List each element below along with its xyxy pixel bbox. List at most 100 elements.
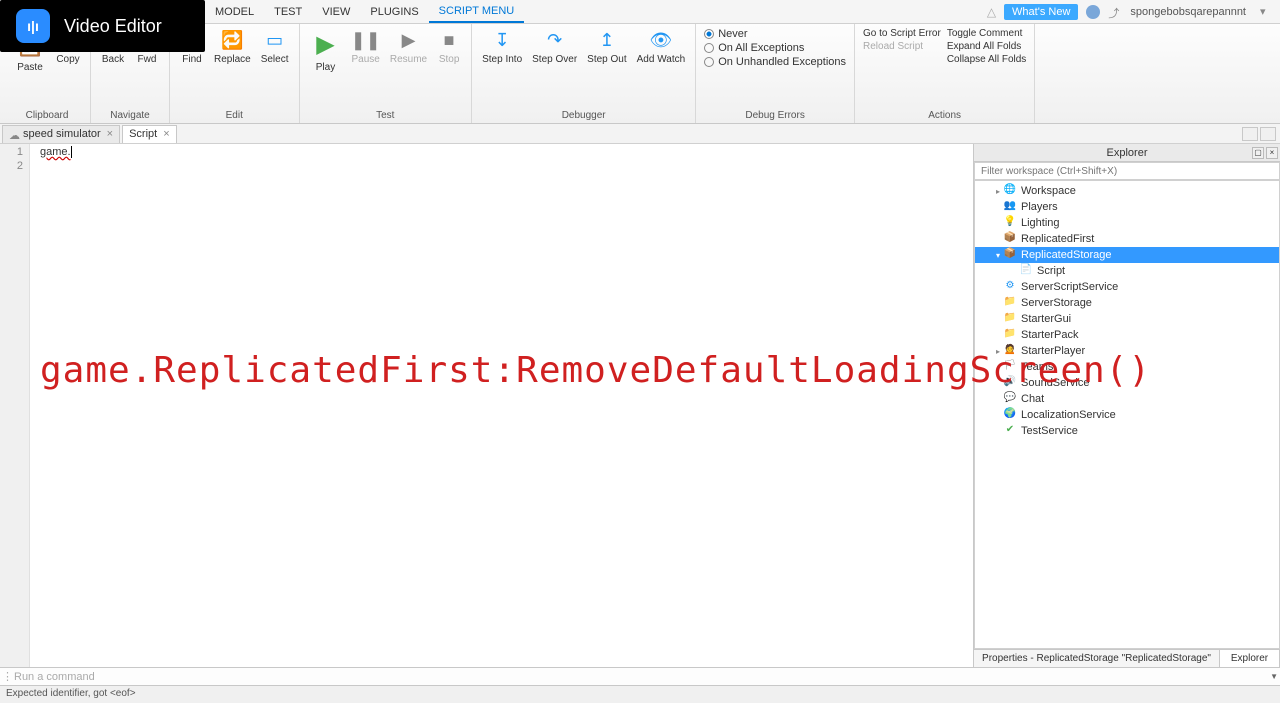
code-text-area[interactable]: game. bbox=[30, 144, 973, 667]
add-watch-label: Add Watch bbox=[637, 54, 686, 65]
toggle-comment[interactable]: Toggle Comment bbox=[947, 28, 1026, 39]
add-watch-button[interactable]: 👁 Add Watch bbox=[633, 26, 690, 67]
tree-node-script[interactable]: 📄Script bbox=[975, 263, 1279, 279]
radio-icon bbox=[704, 29, 714, 39]
help-icon[interactable] bbox=[1086, 5, 1100, 19]
expand-icon[interactable]: ▾ bbox=[993, 251, 1003, 260]
tab-test[interactable]: TEST bbox=[264, 2, 312, 22]
tree-node-label: StarterPack bbox=[1021, 329, 1078, 341]
tab-plugins[interactable]: PLUGINS bbox=[360, 2, 428, 22]
tree-node-replicatedfirst[interactable]: 📦 ReplicatedFirst bbox=[975, 231, 1279, 247]
step-into-button[interactable]: ↧ Step Into bbox=[478, 26, 526, 67]
edit-group-label: Edit bbox=[226, 110, 243, 123]
tree-node-chat[interactable]: 💬 Chat bbox=[975, 391, 1279, 407]
resume-button[interactable]: ▶ Resume bbox=[386, 26, 431, 67]
globe-icon: 🌐 bbox=[1003, 184, 1017, 198]
folder-icon: 📁 bbox=[1003, 328, 1017, 342]
panel-close-icon[interactable]: × bbox=[1266, 147, 1278, 159]
tree-node-label: ReplicatedFirst bbox=[1021, 233, 1094, 245]
file-tab-script-label: Script bbox=[129, 128, 157, 140]
reload-script: Reload Script bbox=[863, 41, 941, 52]
right-panel: Explorer ▢× ▸🌐 Workspace 👥Players💡Lighting… bbox=[973, 144, 1280, 667]
code-editor[interactable]: 1 2 game. bbox=[0, 144, 973, 667]
folder-icon: 📁 bbox=[1003, 312, 1017, 326]
user-dropdown-icon[interactable]: ▾ bbox=[1260, 5, 1274, 19]
stop-button[interactable]: ■ Stop bbox=[433, 26, 465, 67]
explorer-header: Explorer ▢× bbox=[974, 144, 1280, 162]
paste-label: Paste bbox=[17, 62, 43, 73]
close-icon[interactable]: × bbox=[163, 128, 169, 140]
tree-node-localizationservice[interactable]: 🌍LocalizationService bbox=[975, 407, 1279, 423]
file-tab-place[interactable]: ☁ speed simulator × bbox=[2, 125, 120, 143]
expand-all-folds[interactable]: Expand All Folds bbox=[947, 41, 1026, 52]
tree-node-label: Chat bbox=[1021, 393, 1044, 405]
tree-node-workspace[interactable]: ▸🌐 Workspace bbox=[975, 183, 1279, 199]
drag-handle-icon: ⋮ bbox=[2, 670, 13, 683]
tree-node-startergui[interactable]: 📁 StarterGui bbox=[975, 311, 1279, 327]
explorer-filter-input[interactable] bbox=[974, 162, 1280, 180]
tree-node-label: StarterGui bbox=[1021, 313, 1071, 325]
code-line-2 bbox=[40, 160, 963, 174]
panel-pin-icon[interactable]: ▢ bbox=[1252, 147, 1264, 159]
debug-error-never[interactable]: Never bbox=[704, 28, 846, 40]
expand-icon[interactable]: ▸ bbox=[993, 187, 1003, 196]
chat-icon: 💬 bbox=[1003, 392, 1017, 406]
navigate-group-label: Navigate bbox=[110, 110, 149, 123]
file-tab-place-label: speed simulator bbox=[23, 128, 101, 140]
pause-label: Pause bbox=[352, 54, 380, 65]
whats-new-button[interactable]: What's New bbox=[1004, 4, 1078, 20]
share-icon[interactable]: ⤴ bbox=[1108, 5, 1122, 19]
collapse-all-folds[interactable]: Collapse All Folds bbox=[947, 54, 1026, 65]
goto-script-error[interactable]: Go to Script Error bbox=[863, 28, 941, 39]
command-bar[interactable]: ⋮ Run a command ▼ bbox=[0, 667, 1280, 685]
line-gutter: 1 2 bbox=[0, 144, 30, 667]
main-area: 1 2 game. Explorer ▢× ▸🌐 Workspace 👥Player… bbox=[0, 144, 1280, 667]
tab-script-menu[interactable]: SCRIPT MENU bbox=[429, 1, 525, 23]
repl-icon: 📦 bbox=[1003, 248, 1017, 262]
notification-icon[interactable]: △ bbox=[987, 5, 996, 19]
tree-node-starterpack[interactable]: 📁 StarterPack bbox=[975, 327, 1279, 343]
step-out-label: Step Out bbox=[587, 54, 626, 65]
debugger-group-label: Debugger bbox=[562, 110, 606, 123]
pause-button[interactable]: ❚❚ Pause bbox=[348, 26, 384, 67]
tab-model[interactable]: MODEL bbox=[205, 2, 264, 22]
tree-node-label: Players bbox=[1021, 201, 1058, 213]
tree-node-label: Lighting bbox=[1021, 217, 1060, 229]
tree-node-serverscriptservice[interactable]: ⚙ServerScriptService bbox=[975, 279, 1279, 295]
select-button[interactable]: ▭ Select bbox=[257, 26, 293, 67]
debug-errors-group-label: Debug Errors bbox=[745, 110, 804, 123]
tree-node-lighting[interactable]: 💡Lighting bbox=[975, 215, 1279, 231]
tree-node-players[interactable]: 👥Players bbox=[975, 199, 1279, 215]
debug-error-unhandled[interactable]: On Unhandled Exceptions bbox=[704, 56, 846, 68]
test-icon: ✔ bbox=[1003, 424, 1017, 438]
explorer-tree[interactable]: ▸🌐Workspace👥Players💡Lighting📦ReplicatedF… bbox=[974, 180, 1280, 649]
dropdown-icon[interactable]: ▼ bbox=[1270, 672, 1278, 681]
watermark-logo-icon: ı|ı bbox=[16, 9, 50, 43]
properties-tab[interactable]: Properties - ReplicatedStorage "Replicat… bbox=[974, 650, 1220, 667]
replace-button[interactable]: 🔁 Replace bbox=[210, 26, 255, 67]
bottom-tabs: Properties - ReplicatedStorage "Replicat… bbox=[974, 649, 1280, 667]
step-into-label: Step Into bbox=[482, 54, 522, 65]
explorer-tab[interactable]: Explorer bbox=[1220, 650, 1280, 667]
radio-icon bbox=[704, 43, 714, 53]
step-over-button[interactable]: ↷ Step Over bbox=[528, 26, 581, 67]
step-out-button[interactable]: ↥ Step Out bbox=[583, 26, 630, 67]
dock-toggle-2[interactable] bbox=[1260, 127, 1276, 141]
line-number: 2 bbox=[0, 160, 29, 174]
play-button[interactable]: ▶ Play bbox=[306, 26, 346, 75]
folder-icon: 📁 bbox=[1003, 296, 1017, 310]
close-icon[interactable]: × bbox=[107, 128, 113, 140]
tree-node-serverstorage[interactable]: 📁ServerStorage bbox=[975, 295, 1279, 311]
tab-view[interactable]: VIEW bbox=[312, 2, 360, 22]
debug-error-all[interactable]: On All Exceptions bbox=[704, 42, 846, 54]
sss-icon: ⚙ bbox=[1003, 280, 1017, 294]
repl-icon: 📦 bbox=[1003, 232, 1017, 246]
user-name[interactable]: spongebobsqarepannnt bbox=[1130, 6, 1252, 18]
tree-node-label: Workspace bbox=[1021, 185, 1076, 197]
file-tab-script[interactable]: Script × bbox=[122, 125, 177, 143]
tree-node-label: ReplicatedStorage bbox=[1021, 249, 1112, 261]
tree-node-replicatedstorage[interactable]: ▾📦 ReplicatedStorage bbox=[975, 247, 1279, 263]
tree-node-testservice[interactable]: ✔TestService bbox=[975, 423, 1279, 439]
dock-toggle-1[interactable] bbox=[1242, 127, 1258, 141]
never-label: Never bbox=[718, 28, 747, 40]
